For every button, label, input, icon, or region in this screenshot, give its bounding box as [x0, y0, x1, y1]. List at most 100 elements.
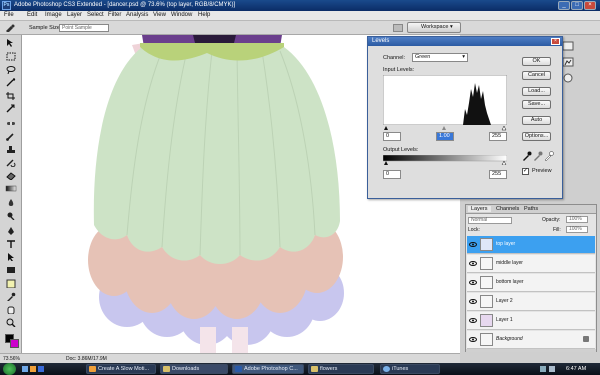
task-label: Create A Slow Moti... [98, 366, 150, 372]
output-white-field[interactable]: 255 [489, 170, 507, 179]
layer-row[interactable]: bottom layer [467, 274, 595, 292]
zoom-level[interactable]: 73.56% [3, 356, 20, 362]
show-desktop-icon[interactable] [22, 366, 28, 372]
crop-tool-icon[interactable] [5, 91, 17, 100]
histogram-panel-icon[interactable] [562, 57, 574, 67]
options-button[interactable]: Options... [522, 132, 551, 141]
auto-button[interactable]: Auto [522, 116, 551, 125]
workspace-button[interactable]: Workspace ▾ [407, 22, 461, 33]
task-photoshop[interactable]: Adobe Photoshop C... [232, 364, 304, 374]
minimize-button[interactable]: _ [558, 1, 570, 10]
clock[interactable]: 6:47 AM [566, 366, 586, 372]
blur-tool-icon[interactable] [5, 198, 17, 207]
options-bar: Sample Size: Point Sample Workspace ▾ [0, 21, 600, 35]
folder-icon [311, 366, 318, 372]
dodge-tool-icon[interactable] [5, 211, 17, 220]
firefox-icon[interactable] [30, 366, 36, 372]
levels-close-button[interactable]: × [551, 38, 560, 45]
menu-edit[interactable]: Edit [27, 12, 37, 18]
clone-stamp-tool-icon[interactable] [5, 145, 17, 154]
menu-view[interactable]: View [153, 12, 166, 18]
lasso-tool-icon[interactable] [5, 65, 17, 74]
layer-thumbnail [480, 295, 493, 308]
gradient-tool-icon[interactable] [5, 184, 17, 193]
type-tool-icon[interactable] [5, 239, 17, 248]
layer-row[interactable]: top layer [467, 236, 595, 254]
visibility-eye-icon[interactable] [469, 298, 477, 305]
brush-tool-icon[interactable] [5, 132, 17, 141]
task-downloads[interactable]: Downloads [160, 364, 228, 374]
menu-layer[interactable]: Layer [67, 12, 82, 18]
input-white-field[interactable]: 255 [489, 132, 507, 141]
menu-file[interactable]: File [4, 12, 14, 18]
cancel-button[interactable]: Cancel [522, 71, 551, 80]
panel-toggle-icon[interactable] [393, 24, 403, 32]
visibility-eye-icon[interactable] [469, 241, 477, 248]
white-eyedropper-icon[interactable] [544, 151, 554, 161]
network-tray-icon[interactable] [540, 366, 546, 372]
path-selection-tool-icon[interactable] [5, 252, 17, 261]
menu-analysis[interactable]: Analysis [126, 12, 148, 18]
magic-wand-tool-icon[interactable] [5, 78, 17, 87]
marquee-tool-icon[interactable] [5, 52, 17, 61]
task-itunes[interactable]: iTunes [380, 364, 440, 374]
channel-select[interactable]: Green ▾ [412, 53, 468, 62]
menu-window[interactable]: Window [171, 12, 192, 18]
volume-tray-icon[interactable] [549, 366, 555, 372]
opacity-label: Opacity: [542, 217, 561, 223]
visibility-eye-icon[interactable] [469, 279, 477, 286]
input-black-field[interactable]: 0 [383, 132, 401, 141]
start-button[interactable] [3, 363, 16, 375]
eyedropper-tool-icon[interactable] [5, 292, 17, 301]
menu-help[interactable]: Help [198, 12, 210, 18]
sample-size-select[interactable]: Point Sample [59, 24, 109, 32]
info-panel-icon[interactable] [562, 73, 574, 83]
fill-field[interactable]: 100% [566, 226, 588, 233]
layer-row[interactable]: Layer 2 [467, 293, 595, 311]
healing-brush-tool-icon[interactable] [5, 119, 17, 128]
tab-paths[interactable]: Paths [524, 206, 538, 212]
itunes-icon [383, 366, 390, 372]
ok-button[interactable]: OK [522, 57, 551, 66]
eyedropper-tool-preset-icon[interactable] [4, 24, 16, 33]
save-button[interactable]: Save... [522, 100, 551, 109]
black-eyedropper-icon[interactable] [522, 151, 532, 161]
layer-name: Layer 1 [496, 317, 513, 323]
background-color-swatch[interactable] [10, 339, 19, 348]
input-gamma-field[interactable]: 1.00 [436, 132, 454, 141]
task-firefox[interactable]: Create A Slow Moti... [86, 364, 156, 374]
eraser-tool-icon[interactable] [5, 171, 17, 180]
input-sliders[interactable] [383, 125, 507, 131]
ie-icon[interactable] [38, 366, 44, 372]
menu-select[interactable]: Select [87, 12, 104, 18]
menu-image[interactable]: Image [45, 12, 62, 18]
visibility-eye-icon[interactable] [469, 317, 477, 324]
gray-eyedropper-icon[interactable] [533, 151, 543, 161]
tab-layers[interactable]: Layers [468, 206, 491, 212]
close-button[interactable]: × [584, 1, 596, 10]
preview-checkbox[interactable]: ✓ [522, 168, 529, 175]
opacity-field[interactable]: 100% [566, 216, 588, 223]
pen-tool-icon[interactable] [5, 226, 17, 235]
layer-row[interactable]: Background [467, 331, 595, 349]
move-tool-icon[interactable] [5, 38, 17, 47]
tab-channels[interactable]: Channels [496, 206, 519, 212]
output-black-field[interactable]: 0 [383, 170, 401, 179]
load-button[interactable]: Load... [522, 87, 551, 96]
visibility-eye-icon[interactable] [469, 336, 477, 343]
blend-mode-select[interactable]: Normal [468, 217, 512, 224]
maximize-button[interactable]: □ [571, 1, 583, 10]
task-flowers[interactable]: flowers [308, 364, 374, 374]
shape-tool-icon[interactable] [5, 265, 17, 274]
zoom-tool-icon[interactable] [5, 318, 17, 327]
visibility-eye-icon[interactable] [469, 260, 477, 267]
notes-tool-icon[interactable] [5, 279, 17, 288]
hand-tool-icon[interactable] [5, 305, 17, 314]
history-brush-tool-icon[interactable] [5, 158, 17, 167]
navigator-panel-icon[interactable] [562, 41, 574, 51]
layers-panel: Layers Channels Paths Normal Opacity: 10… [465, 204, 597, 352]
layer-row[interactable]: Layer 1 [467, 312, 595, 330]
menu-filter[interactable]: Filter [108, 12, 121, 18]
layer-row[interactable]: middle layer [467, 255, 595, 273]
slice-tool-icon[interactable] [5, 104, 17, 113]
